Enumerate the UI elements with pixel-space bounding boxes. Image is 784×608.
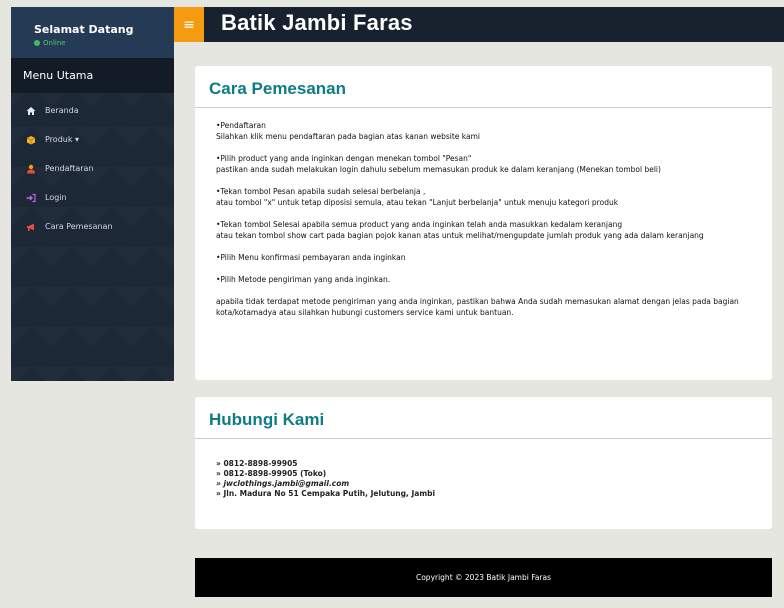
paragraph: •Pilih Menu konfirmasi pembayaran anda i… — [216, 252, 772, 263]
paragraph: •Tekan tombol Selesai apabila semua prod… — [216, 219, 772, 241]
sidebar-toggle-button[interactable]: ≡ — [174, 7, 204, 42]
paragraph: •Pilih product yang anda inginkan dengan… — [216, 153, 772, 175]
step-title: •Pilih Metode pengiriman yang anda ingin… — [216, 275, 391, 284]
top-navbar: ≡ Batik Jambi Faras — [174, 7, 784, 42]
step-title: •Tekan tombol Pesan apabila sudah selesa… — [216, 187, 426, 196]
step-text: Silahkan klik menu pendaftaran pada bagi… — [216, 132, 481, 141]
step-text: atau tekan tombol show cart pada bagian … — [216, 231, 704, 240]
login-icon — [25, 192, 36, 203]
user-icon — [25, 163, 36, 174]
sidebar-item-beranda[interactable]: Beranda — [11, 96, 174, 125]
sidebar-item-label: Produk ▾ — [45, 135, 80, 144]
sidebar-item-produk[interactable]: Produk ▾ — [11, 125, 174, 154]
step-text: apabila tidak terdapat metode pengiriman… — [216, 297, 739, 317]
step-text: pastikan anda sudah melakukan login dahu… — [216, 165, 661, 174]
card-title: Cara Pemesanan — [195, 66, 772, 108]
sidebar-item-login[interactable]: Login — [11, 183, 174, 212]
sidebar-item-cara-pemesanan[interactable]: Cara Pemesanan — [11, 212, 174, 241]
online-dot-icon — [34, 40, 40, 46]
bullhorn-icon — [25, 221, 36, 232]
brand-title[interactable]: Batik Jambi Faras — [221, 10, 413, 36]
home-icon — [25, 105, 36, 116]
contact-address: » Jln. Madura No 51 Cempaka Putih, Jelut… — [216, 489, 436, 498]
step-title: •Pilih Menu konfirmasi pembayaran anda i… — [216, 253, 406, 262]
box-icon — [25, 134, 36, 145]
contact-phone-store: » 0812-8898-99905 (Toko) — [216, 469, 327, 478]
hubungi-kami-card: Hubungi Kami » 0812-8898-99905 » 0812-88… — [195, 397, 772, 529]
contact-phone: » 0812-8898-99905 — [216, 459, 298, 468]
card-body: •Pendaftaran Silahkan klik menu pendafta… — [195, 108, 772, 318]
contact-email[interactable]: » jwclothings.jambi@gmail.com — [216, 479, 772, 489]
paragraph: •Pilih Metode pengiriman yang anda ingin… — [216, 274, 772, 285]
paragraph: •Tekan tombol Pesan apabila sudah selesa… — [216, 186, 772, 208]
card-title: Hubungi Kami — [195, 397, 772, 439]
sidebar-item-label: Login — [45, 193, 67, 202]
step-title: •Pilih product yang anda inginkan dengan… — [216, 154, 472, 163]
sidebar-item-label: Cara Pemesanan — [45, 222, 113, 231]
user-panel: Selamat Datang Online — [11, 7, 174, 58]
sidebar-item-label: Beranda — [45, 106, 79, 115]
paragraph: •Pendaftaran Silahkan klik menu pendafta… — [216, 120, 772, 142]
online-status: Online — [34, 39, 174, 47]
sidebar-menu: Beranda Produk ▾ Pendaftaran Login Cara … — [11, 96, 174, 241]
footer: Copyright © 2023 Batik Jambi Faras — [195, 558, 772, 597]
step-title: •Pendaftaran — [216, 121, 266, 130]
step-text: atau tombol "x" untuk tetap diposisi sem… — [216, 198, 619, 207]
sidebar-item-label: Pendaftaran — [45, 164, 94, 173]
cara-pemesanan-card: Cara Pemesanan •Pendaftaran Silahkan kli… — [195, 66, 772, 380]
menu-header: Menu Utama — [11, 58, 174, 93]
status-label: Online — [43, 39, 66, 47]
step-title: •Tekan tombol Selesai apabila semua prod… — [216, 220, 623, 229]
sidebar: Selamat Datang Online Menu Utama Beranda… — [11, 7, 174, 381]
paragraph: apabila tidak terdapat metode pengiriman… — [216, 296, 772, 318]
card-body: » 0812-8898-99905 » 0812-8898-99905 (Tok… — [195, 439, 772, 499]
welcome-text: Selamat Datang — [34, 23, 134, 36]
sidebar-item-pendaftaran[interactable]: Pendaftaran — [11, 154, 174, 183]
